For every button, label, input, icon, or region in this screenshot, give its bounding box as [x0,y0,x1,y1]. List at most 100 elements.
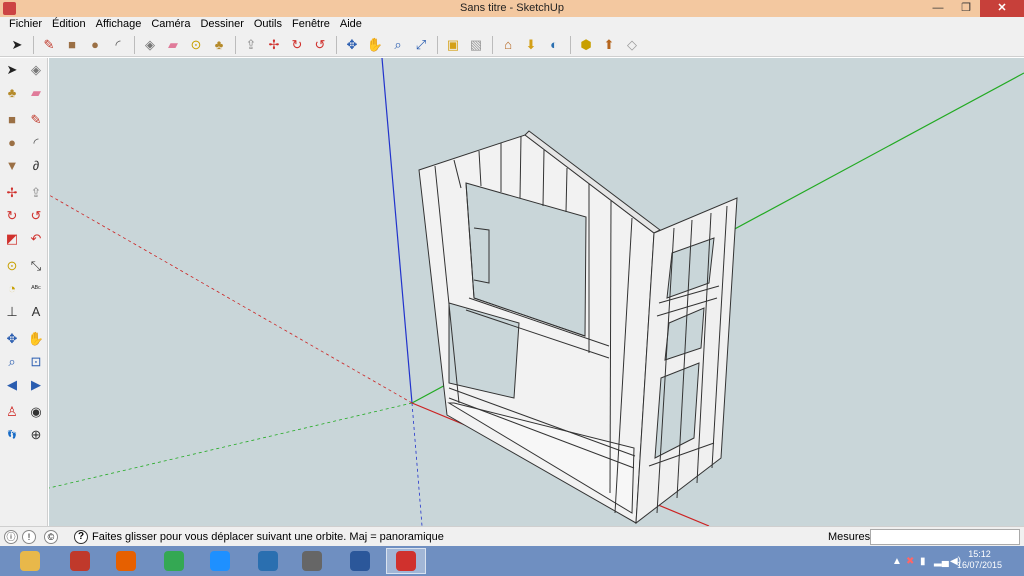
menu-aide[interactable]: Aide [335,17,367,33]
axes-tool-button[interactable]: ⊥ [1,301,23,323]
copyright-icon[interactable]: © [44,530,58,544]
firefox-taskbar-button[interactable] [106,548,146,574]
google-earth-button[interactable]: ◐ [543,34,565,56]
circle-button[interactable]: ● [84,34,106,56]
measurements-input[interactable] [870,529,1020,545]
show-hidden-icons-icon[interactable]: ▲ [892,556,902,567]
tape-measure-button[interactable]: ⊙ [185,34,207,56]
share-model-button[interactable]: ▧ [465,34,487,56]
component-tool-icon: ◈ [31,61,41,77]
file-explorer-taskbar-button[interactable] [10,548,50,574]
component-tool-button[interactable]: ◈ [25,59,47,81]
walk-tool-button[interactable]: 👣 [1,424,23,446]
pan-button[interactable]: ✋ [364,34,386,56]
signal-icon[interactable]: ▂▄ [934,556,949,567]
move-button[interactable]: ✢ [263,34,285,56]
rectangle-button[interactable]: ■ [61,34,83,56]
word-taskbar-button[interactable] [340,548,380,574]
rectangle-tool-button[interactable]: ■ [1,109,23,131]
select-tool-button[interactable]: ➤ [1,59,23,81]
network-error-icon[interactable]: ✖ [906,556,914,567]
scale-tool-button[interactable]: ◩ [1,228,23,250]
freehand-tool-button[interactable]: ∂ [25,155,47,177]
polygon-tool-button[interactable]: ▼ [1,155,23,177]
close-button[interactable]: ✕ [980,0,1024,17]
pan-tool-button[interactable]: ✋ [25,328,47,350]
menu-bar: Fichier Édition Affichage Caméra Dessine… [0,17,1024,33]
menu-outils[interactable]: Outils [249,17,287,33]
line-tool-button[interactable]: ✎ [25,109,47,131]
menu-fenetre[interactable]: Fenêtre [287,17,335,33]
push-pull-tool-button[interactable]: ⇪ [25,182,47,204]
zoom-tool-button[interactable]: ⌕ [1,351,23,373]
menu-fichier[interactable]: Fichier [4,17,47,33]
rotate-button[interactable]: ↻ [286,34,308,56]
follow-me-tool-button[interactable]: ↺ [25,205,47,227]
green-axis-behind [49,402,413,489]
position-camera-button[interactable]: ♙ [1,401,23,423]
internet-explorer-taskbar-button[interactable] [200,548,240,574]
maximize-button[interactable]: ❐ [952,0,980,17]
power-app-taskbar-button[interactable] [60,548,100,574]
upload-model-button[interactable]: ⬆ [598,34,620,56]
menu-camera[interactable]: Caméra [146,17,195,33]
tools-app-icon [302,551,322,571]
orbit-button[interactable]: ✥ [341,34,363,56]
battery-icon[interactable]: ▮ [920,556,926,567]
chrome-taskbar-button[interactable] [154,548,194,574]
rotate-tool-button[interactable]: ↻ [1,205,23,227]
add-location-button[interactable]: ▣ [442,34,464,56]
dimension-tool-button[interactable]: ⤡ [25,255,47,277]
menu-affichage[interactable]: Affichage [91,17,147,33]
paint-tool-button[interactable]: ♣ [1,82,23,104]
move-tool-button[interactable]: ✢ [1,182,23,204]
arc-button[interactable]: ◜ [107,34,129,56]
warehouse-button[interactable]: ⌂ [497,34,519,56]
layout-icon: ◇ [627,36,637,52]
look-around-button[interactable]: ◉ [25,401,47,423]
help-icon[interactable]: ? [74,530,88,544]
minimize-button[interactable]: — [924,0,952,17]
eraser-tool-button[interactable]: ▰ [25,82,47,104]
protractor-tool-icon: ◔ [8,281,16,296]
geo-location-icon[interactable]: ⓘ [4,530,18,544]
follow-me-button[interactable]: ↺ [309,34,331,56]
arc-tool-button[interactable]: ◜ [25,132,47,154]
menu-edition[interactable]: Édition [47,17,91,33]
protractor-tool-button[interactable]: ◔ [1,278,23,300]
walk-tool-icon: 👣 [7,430,17,439]
menu-dessiner[interactable]: Dessiner [195,17,248,33]
circle-tool-button[interactable]: ● [1,132,23,154]
palette-row: ◔ ᴬᴮᶜ [0,277,47,300]
tools-app-taskbar-button[interactable] [292,548,332,574]
extension-warehouse-icon: ⬢ [580,36,592,52]
components-button[interactable]: ⬇ [520,34,542,56]
paint-bucket-button[interactable]: ♣ [208,34,230,56]
3d-text-tool-button[interactable]: A [25,301,47,323]
tape-tool-button[interactable]: ⊙ [1,255,23,277]
offset-tool-button[interactable]: ↶ [25,228,47,250]
zoom-extents-button[interactable]: ⤢ [410,34,432,56]
select-button[interactable]: ➤ [6,34,28,56]
modeling-viewport[interactable] [49,58,1024,526]
push-pull-button[interactable]: ⇪ [240,34,262,56]
previous-view-button[interactable]: ◀ [1,374,23,396]
section-plane-button[interactable]: ⊕ [25,424,47,446]
clock[interactable]: 15:12 16/07/2015 [957,549,1002,571]
orbit-tool-button[interactable]: ✥ [1,328,23,350]
polygon-tool-icon: ▼ [5,158,19,173]
follow-me-tool-icon: ↺ [30,207,42,223]
sketchup-taskbar-button[interactable] [386,548,426,574]
palette-row: ▼ ∂ [0,154,47,177]
line-button[interactable]: ✎ [38,34,60,56]
zoom-window-tool-button[interactable]: ⊡ [25,351,47,373]
settings-app-taskbar-button[interactable] [248,548,288,574]
eraser-button[interactable]: ▰ [162,34,184,56]
zoom-button[interactable]: ⌕ [387,34,409,56]
make-component-button[interactable]: ◈ [139,34,161,56]
extension-warehouse-button[interactable]: ⬢ [575,34,597,56]
credits-icon[interactable]: ! [22,530,36,544]
layout-button[interactable]: ◇ [621,34,643,56]
next-view-button[interactable]: ▶ [25,374,47,396]
text-tool-button[interactable]: ᴬᴮᶜ [25,278,47,300]
